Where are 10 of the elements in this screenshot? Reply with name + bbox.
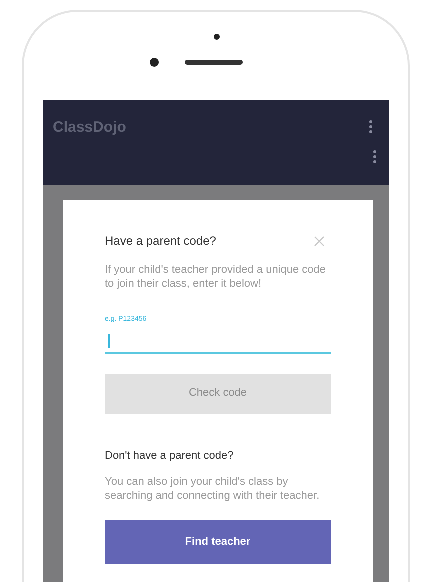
- speaker-slot: [184, 60, 242, 65]
- app-title: ClassDojo: [53, 120, 126, 138]
- dialog-title: Have a parent code?: [105, 233, 216, 250]
- more-icon[interactable]: [369, 120, 373, 134]
- section-description: You can also join your child's class by searching and connecting with their teacher.: [105, 475, 321, 503]
- section-title: Don't have a parent code?: [105, 448, 235, 464]
- dialog-description: If your child's teacher provided a unique code to join their class, enter it below!: [105, 263, 328, 291]
- find-teacher-button[interactable]: Find teacher: [105, 520, 331, 564]
- more-icon[interactable]: [373, 150, 377, 164]
- text-cursor: [108, 334, 110, 348]
